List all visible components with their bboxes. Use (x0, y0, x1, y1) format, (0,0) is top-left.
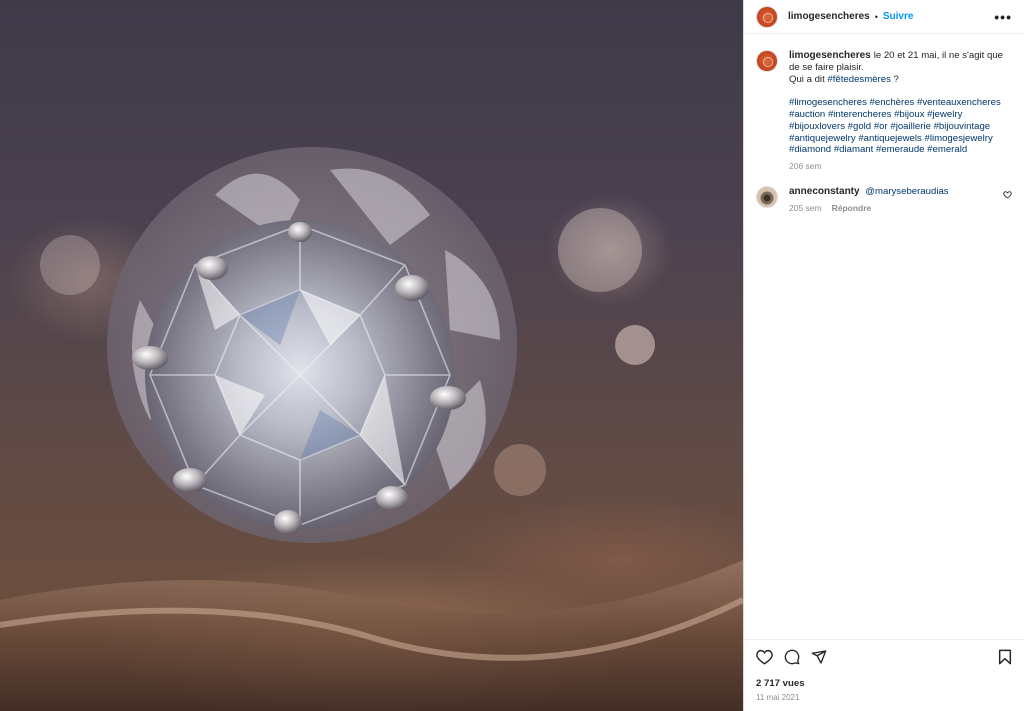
action-bar (756, 648, 1012, 666)
author-username[interactable]: limogesencheres (788, 11, 870, 22)
caption-meta: 206 sem (789, 161, 1011, 171)
hashtag-link[interactable]: #auction (789, 109, 825, 120)
hashtag-link[interactable]: #limogesjewelry (925, 133, 993, 144)
separator-dot: • (874, 11, 878, 22)
post-header: limogesencheres • Suivre ••• (744, 0, 1024, 34)
hashtag-link[interactable]: #bijouvintage (934, 121, 991, 132)
reply-button[interactable]: Répondre (832, 203, 872, 213)
comments-section: limogesencheres le 20 et 21 mai, il ne s'… (744, 34, 1024, 213)
hashtag-link[interactable]: #bijoux (894, 109, 924, 120)
hashtag-link[interactable]: #bijouxlovers (789, 121, 845, 132)
hashtag-link[interactable]: #diamond (789, 144, 831, 155)
comment-timestamp[interactable]: 205 sem (789, 203, 822, 213)
hashtag-link[interactable]: #antiquejewelry (789, 133, 856, 144)
comment-text: anneconstanty @maryseberaudias (789, 186, 997, 198)
caption: limogesencheres le 20 et 21 mai, il ne s'… (756, 50, 1012, 171)
caption-author-username[interactable]: limogesencheres (789, 50, 871, 61)
hashtag-link[interactable]: #joaillerie (890, 121, 931, 132)
comment-bubble-icon[interactable] (784, 649, 800, 665)
hashtag-link[interactable]: #enchères (870, 97, 915, 108)
mention-link[interactable]: @maryseberaudias (865, 186, 948, 197)
hashtag-link[interactable]: #antiquejewels (858, 133, 921, 144)
hashtag-link[interactable]: #jewelry (927, 109, 962, 120)
commenter-avatar[interactable] (756, 186, 778, 209)
caption-text: limogesencheres le 20 et 21 mai, il ne s'… (789, 50, 1011, 156)
comment-item: anneconstanty @maryseberaudias 205 sem R… (756, 186, 1012, 213)
commenter-username[interactable]: anneconstanty (789, 186, 860, 197)
hashtag-link[interactable]: #gold (848, 121, 871, 132)
view-count[interactable]: 2 717 vues (756, 678, 1012, 689)
post-footer: 2 717 vues 11 mai 2021 (744, 639, 1024, 711)
comment-like-heart-icon[interactable] (1003, 190, 1012, 202)
hashtag-link[interactable]: #interencheres (828, 109, 891, 120)
hashtag-link[interactable]: #venteauxencheres (917, 97, 1001, 108)
diamond-ring-photo (0, 147, 743, 711)
heart-icon[interactable] (756, 649, 773, 665)
instagram-post: limogesencheres • Suivre ••• limogesench… (0, 0, 1024, 711)
hashtag-link[interactable]: #limogesencheres (789, 97, 867, 108)
post-image[interactable] (0, 0, 743, 711)
post-details-panel: limogesencheres • Suivre ••• limogesench… (743, 0, 1024, 711)
caption-line-2-suffix: ? (890, 73, 899, 85)
bookmark-icon[interactable] (998, 649, 1012, 665)
author-avatar[interactable] (756, 5, 778, 28)
hashtag-link[interactable]: #fêtedesmères (827, 74, 890, 85)
paper-plane-icon[interactable] (811, 649, 827, 665)
hashtag-link[interactable]: #emerald (927, 144, 967, 155)
follow-button[interactable]: Suivre (883, 11, 914, 22)
hashtag-list: #limogesencheres #enchères #venteauxench… (789, 97, 1001, 155)
caption-timestamp[interactable]: 206 sem (789, 161, 822, 171)
caption-line-2-prefix: Qui a dit (789, 73, 828, 85)
caption-author-avatar[interactable] (756, 50, 778, 72)
comment-meta: 205 sem Répondre (789, 203, 997, 213)
hashtag-link[interactable]: #diamant (834, 144, 873, 155)
hashtag-link[interactable]: #emeraude (876, 144, 925, 155)
post-date[interactable]: 11 mai 2021 (756, 693, 1012, 702)
more-options-icon[interactable]: ••• (994, 9, 1012, 25)
hashtag-link[interactable]: #or (874, 121, 888, 132)
